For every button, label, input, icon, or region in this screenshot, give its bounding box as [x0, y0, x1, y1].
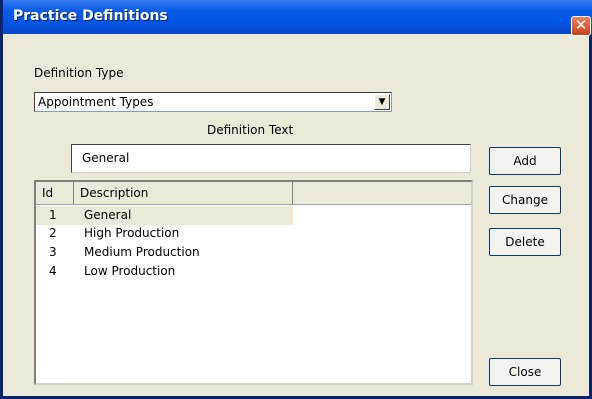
list-item[interactable]: 1 General — [36, 206, 293, 225]
definition-type-dropdown[interactable]: Appointment Types ▼ — [34, 92, 392, 112]
close-window-button[interactable]: ✕ — [571, 16, 591, 36]
definition-text-label: Definition Text — [207, 123, 294, 137]
chevron-down-icon[interactable]: ▼ — [374, 94, 390, 110]
window-title: Practice Definitions — [13, 8, 168, 24]
list-item-description: General — [84, 208, 132, 222]
list-item-id: 2 — [49, 226, 57, 240]
list-header: Id Description — [36, 182, 471, 205]
list-item-description: Low Production — [84, 264, 176, 278]
list-item[interactable]: 2 High Production — [36, 224, 293, 243]
practice-definitions-dialog: Practice Definitions ✕ Definition Type A… — [0, 0, 592, 399]
close-icon: ✕ — [574, 16, 588, 34]
close-button[interactable]: Close — [489, 358, 561, 386]
list-item-description: Medium Production — [84, 245, 200, 259]
list-item[interactable]: 4 Low Production — [36, 262, 293, 281]
column-header-description[interactable]: Description — [74, 182, 293, 204]
definition-type-label: Definition Type — [34, 66, 124, 80]
list-item-id: 4 — [49, 264, 57, 278]
title-bar[interactable]: Practice Definitions ✕ — [3, 0, 592, 36]
definition-type-value: Appointment Types — [38, 95, 154, 109]
list-item-description: High Production — [84, 226, 180, 240]
list-item-id: 3 — [49, 245, 57, 259]
column-header-id[interactable]: Id — [36, 182, 74, 204]
definition-text-input[interactable]: General — [71, 144, 471, 173]
list-item-id: 1 — [49, 208, 57, 222]
list-item[interactable]: 3 Medium Production — [36, 243, 293, 262]
definitions-list[interactable]: Id Description 1 General 2 High Producti… — [34, 180, 473, 385]
add-button[interactable]: Add — [489, 147, 561, 175]
delete-button[interactable]: Delete — [489, 228, 561, 256]
change-button[interactable]: Change — [489, 186, 561, 214]
